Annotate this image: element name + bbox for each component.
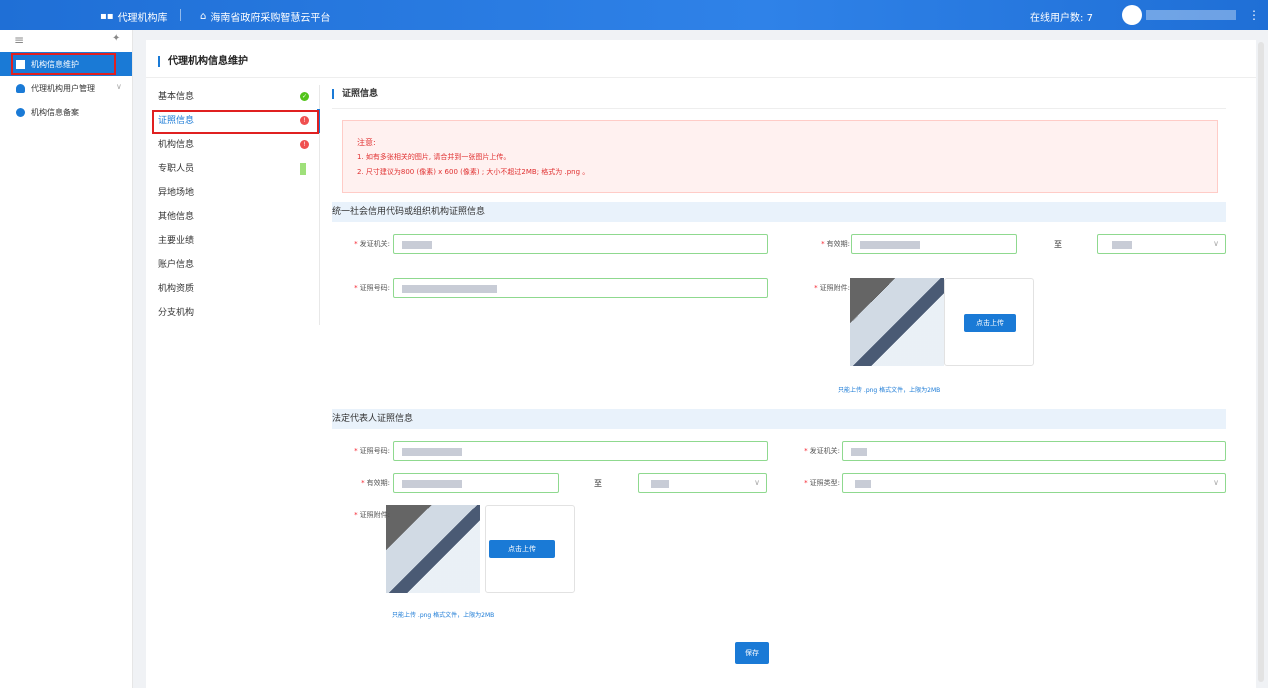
tab-qualification[interactable]: 机构资质 (146, 277, 319, 301)
apps-label: 代理机构库 (117, 13, 168, 24)
redacted-value (855, 480, 871, 488)
chevron-down-icon: ∨ (116, 82, 122, 91)
tab-basic-info[interactable]: 基本信息 ✓ (146, 85, 319, 109)
sidebar-item-label: 代理机构用户管理 (31, 83, 95, 93)
tab-label: 主要业绩 (158, 236, 195, 246)
validity-start-input[interactable] (851, 234, 1017, 254)
users-icon (16, 83, 25, 93)
tab-performance[interactable]: 主要业绩 (146, 229, 319, 253)
tab-remote-site[interactable]: 异地场地 (146, 181, 319, 205)
redacted-value (651, 480, 669, 488)
legal-cert-image-thumbnail[interactable] (386, 505, 480, 593)
redacted-value (402, 241, 432, 249)
notice-line-1: 1. 如有多张相关的图片, 请合并到一张图片上传。 (357, 153, 511, 161)
home-icon: ⌂ (200, 11, 207, 22)
legal-cert-no-input[interactable] (393, 441, 768, 461)
group-title-org-license: 统一社会信用代码或组织机构证照信息 (332, 202, 1226, 222)
online-value: 7 (1086, 13, 1093, 24)
cert-no-label: * 证照号码: (354, 284, 390, 292)
redacted-value (402, 285, 497, 293)
tab-label: 基本信息 (158, 92, 195, 102)
sidebar-item-label: 机构信息备案 (31, 107, 79, 117)
issuer-label: * 发证机关: (804, 447, 840, 455)
legal-validity-start-input[interactable] (393, 473, 559, 493)
scrollbar[interactable] (1258, 42, 1264, 682)
redacted-value (402, 448, 462, 456)
tab-other-info[interactable]: 其他信息 (146, 205, 319, 229)
section-title: 证照信息 (332, 89, 378, 99)
upload-button[interactable]: 点击上传 (964, 314, 1016, 332)
redacted-value (851, 448, 867, 456)
user-name-redacted[interactable] (1146, 10, 1236, 20)
chevron-down-icon: ∨ (1213, 478, 1219, 487)
legal-issuer-input[interactable] (842, 441, 1226, 461)
notice-title: 注意: (357, 138, 376, 147)
save-button[interactable]: 保存 (735, 642, 769, 664)
grid-icon: ▪▪ (100, 11, 114, 22)
more-icon[interactable]: ⋮ (1248, 8, 1260, 22)
notice-box: 注意: 1. 如有多张相关的图片, 请合并到一张图片上传。 2. 尺寸建议为80… (342, 120, 1218, 193)
status-bar-icon (300, 163, 306, 175)
redacted-value (860, 241, 920, 249)
validity-label: * 有效期: (361, 479, 390, 487)
redacted-value (1112, 241, 1132, 249)
tab-label: 机构信息 (158, 140, 195, 150)
tab-staff[interactable]: 专职人员 (146, 157, 319, 181)
chevron-down-icon: ∨ (754, 478, 760, 487)
issuer-label: * 发证机关: (354, 240, 390, 248)
gear-icon (16, 107, 25, 117)
sidebar-item-filing[interactable]: 机构信息备案 (0, 100, 132, 124)
tab-label: 其他信息 (158, 212, 195, 222)
notice-line-2: 2. 尺寸建议为800 (像素) x 600 (像素) ; 大小不超过2MB; … (357, 168, 590, 176)
alert-icon: ! (300, 140, 309, 149)
cert-no-input[interactable] (393, 278, 768, 298)
check-icon: ✓ (300, 92, 309, 101)
top-bar: ▪▪ 代理机构库 ⌂ 海南省政府采购智慧云平台 在线用户数: 7 ⋮ (0, 0, 1268, 30)
issuer-input[interactable] (393, 234, 768, 254)
upload-hint: 只能上传 .png 格式文件，上限为2MB (392, 612, 495, 619)
group-title-legal-rep: 法定代表人证照信息 (332, 409, 1226, 429)
divider (180, 9, 181, 21)
validity-label: * 有效期: (821, 240, 850, 248)
tab-org-info[interactable]: 机构信息! (146, 133, 319, 157)
user-avatar-icon[interactable] (1122, 5, 1142, 25)
redacted-value (402, 480, 462, 488)
hamburger-icon[interactable]: ≡ (14, 33, 24, 47)
tab-label: 异地场地 (158, 188, 195, 198)
legal-validity-end-select[interactable]: ∨ (638, 473, 767, 493)
online-count: 在线用户数: 7 (1030, 9, 1093, 24)
cert-type-select[interactable]: ∨ (842, 473, 1226, 493)
page-title: 代理机构信息维护 (158, 56, 248, 67)
upload-button[interactable]: 点击上传 (489, 540, 555, 558)
validity-end-select[interactable]: ∨ (1097, 234, 1226, 254)
cert-no-label: * 证照号码: (354, 447, 390, 455)
tab-branches[interactable]: 分支机构 (146, 301, 319, 325)
attach-label: * 证照附件: (814, 284, 850, 292)
sidebar-item-user-management[interactable]: 代理机构用户管理 ∨ (0, 76, 132, 100)
platform-name: 海南省政府采购智慧云平台 (210, 13, 331, 24)
highlight-box (11, 53, 116, 75)
tab-label: 分支机构 (158, 308, 195, 318)
online-label: 在线用户数: (1030, 13, 1084, 24)
chevron-down-icon: ∨ (1213, 239, 1219, 248)
cert-image-thumbnail[interactable] (850, 278, 944, 366)
tab-label: 机构资质 (158, 284, 195, 294)
sidebar-toolbar: ≡ ✦ (0, 30, 132, 52)
tab-label: 专职人员 (158, 164, 195, 174)
main-panel: 代理机构信息维护 基本信息 ✓ 证照信息! 机构信息! 专职人员 异地场地 其他信… (146, 40, 1256, 688)
to-label: 至 (594, 479, 602, 488)
highlight-box (152, 110, 319, 134)
platform-link[interactable]: ⌂ 海南省政府采购智慧云平台 (200, 9, 330, 24)
type-label: * 证照类型: (804, 479, 840, 487)
upload-hint: 只能上传 .png 格式文件，上限为2MB (838, 387, 941, 394)
sidebar: ≡ ✦ 机构信息维护 代理机构用户管理 ∨ 机构信息备案 (0, 30, 133, 688)
divider (146, 77, 1256, 78)
tab-account[interactable]: 账户信息 (146, 253, 319, 277)
divider (332, 108, 1226, 109)
apps-menu[interactable]: ▪▪ 代理机构库 (100, 9, 168, 24)
to-label: 至 (1054, 240, 1062, 249)
pin-icon[interactable]: ✦ (112, 33, 120, 44)
attach-label: * 证照附件: (354, 511, 390, 519)
tab-label: 账户信息 (158, 260, 195, 270)
